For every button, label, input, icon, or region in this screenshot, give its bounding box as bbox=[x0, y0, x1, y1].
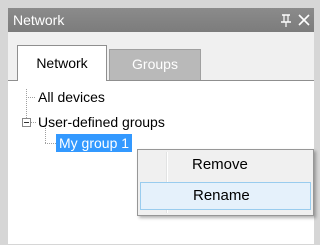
tab-network-label: Network bbox=[36, 55, 88, 71]
collapse-icon[interactable] bbox=[22, 118, 31, 127]
tree-line-child-horizontal bbox=[45, 143, 56, 144]
panel-titlebar[interactable]: Network bbox=[8, 8, 314, 32]
tree-node-my-group-1[interactable]: My group 1 bbox=[56, 134, 133, 152]
panel-title: Network bbox=[13, 12, 65, 28]
menu-item-remove[interactable]: Remove bbox=[140, 152, 311, 180]
close-icon[interactable] bbox=[297, 12, 311, 28]
context-menu: Remove Rename bbox=[137, 149, 314, 216]
tree-node-user-defined-groups[interactable]: User-defined groups bbox=[38, 113, 165, 131]
tree-line-all-devices bbox=[26, 97, 35, 98]
tab-groups[interactable]: Groups bbox=[109, 49, 201, 80]
tab-network[interactable]: Network bbox=[17, 45, 107, 81]
tree-node-all-devices[interactable]: All devices bbox=[38, 88, 105, 106]
pin-icon[interactable] bbox=[279, 11, 293, 29]
menu-item-rename[interactable]: Rename bbox=[140, 182, 311, 210]
tab-groups-label: Groups bbox=[132, 56, 178, 72]
menu-item-rename-label: Rename bbox=[193, 187, 250, 204]
tree-line-user-groups bbox=[31, 122, 36, 123]
tab-strip: Network Groups bbox=[8, 32, 314, 81]
menu-item-remove-label: Remove bbox=[192, 156, 248, 173]
